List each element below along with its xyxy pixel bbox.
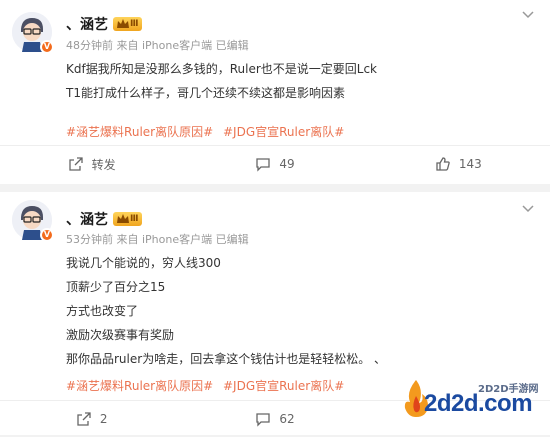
crown-icon [117, 214, 129, 223]
repost-label: 转发 [91, 157, 116, 172]
content-line: 激励次级赛事有奖励 [66, 328, 175, 342]
vip-badge: Ⅲ [113, 212, 142, 226]
post-meta: 48分钟前 来自 iPhone客户端 已编辑 [66, 39, 249, 52]
content-line: 我说几个能说的，穷人线300 [66, 256, 221, 270]
content-line: 方式也改变了 [66, 304, 139, 318]
name-row: 、涵艺 Ⅲ [66, 209, 142, 229]
vip-badge: Ⅲ [113, 17, 142, 31]
thumbs-up-icon [436, 157, 450, 171]
comment-icon [256, 413, 270, 427]
post-meta: 53分钟前 来自 iPhone客户端 已编辑 [66, 233, 249, 246]
repost-button[interactable]: 2 [0, 401, 183, 437]
topic-tags: #涵艺爆料Ruler离队原因# #JDG官宣Ruler离队# [66, 123, 350, 140]
avatar[interactable]: V [12, 12, 54, 54]
content-line: 顶薪少了百分之15 [66, 280, 166, 294]
comment-button[interactable]: 49 [183, 146, 366, 182]
repost-button[interactable]: 转发 [0, 146, 183, 182]
comment-count: 49 [279, 157, 295, 171]
content-line: Kdf据我所知是没那么多钱的，Ruler也不是说一定要回Lck [66, 62, 377, 76]
vip-level: Ⅲ [130, 214, 139, 224]
topic-tag[interactable]: #涵艺爆料Ruler离队原因# [66, 125, 213, 139]
like-button[interactable]: 143 [367, 146, 550, 182]
comment-icon [256, 158, 270, 172]
verified-badge-icon: V [40, 40, 54, 54]
crown-icon [117, 19, 129, 28]
avatar[interactable]: V [12, 200, 54, 242]
post-content: 我说几个能说的，穷人线300 顶薪少了百分之15 方式也改变了 激励次级赛事有奖… [66, 251, 386, 371]
username[interactable]: 、涵艺 [66, 14, 108, 34]
content-line: T1能打成什么样子，哥几个还续不续这都是影响因素 [66, 86, 345, 100]
topic-tag[interactable]: #涵艺爆料Ruler离队原因# [66, 379, 213, 393]
verified-badge-icon: V [40, 228, 54, 242]
share-icon [69, 157, 83, 171]
username[interactable]: 、涵艺 [66, 209, 108, 229]
watermark: 2D2D手游网 2d2d.com [400, 376, 550, 435]
comment-count: 62 [279, 412, 295, 426]
vip-level: Ⅲ [130, 19, 139, 29]
chevron-down-icon[interactable] [520, 6, 536, 22]
topic-tags: #涵艺爆料Ruler离队原因# #JDG官宣Ruler离队# [66, 377, 350, 394]
topic-tag[interactable]: #JDG官宣Ruler离队# [223, 125, 344, 139]
content-line: 那你品品ruler为啥走，回去拿这个钱估计也是轻轻松松。 、 [66, 352, 387, 366]
post-content: Kdf据我所知是没那么多钱的，Ruler也不是说一定要回Lck T1能打成什么样… [66, 57, 377, 105]
repost-count: 2 [99, 412, 108, 426]
comment-button[interactable]: 62 [183, 401, 366, 437]
like-count: 143 [458, 157, 482, 171]
watermark-site: 2d2d.com [424, 390, 533, 417]
share-icon [77, 412, 91, 426]
action-bar: 转发 49 143 [0, 146, 550, 182]
weibo-post-1: V 、涵艺 Ⅲ 48分钟前 来自 iPhone客户端 已编辑 Kdf据我所知是没… [0, 0, 550, 184]
chevron-down-icon[interactable] [520, 200, 536, 216]
topic-tag[interactable]: #JDG官宣Ruler离队# [223, 379, 344, 393]
name-row: 、涵艺 Ⅲ [66, 14, 142, 34]
